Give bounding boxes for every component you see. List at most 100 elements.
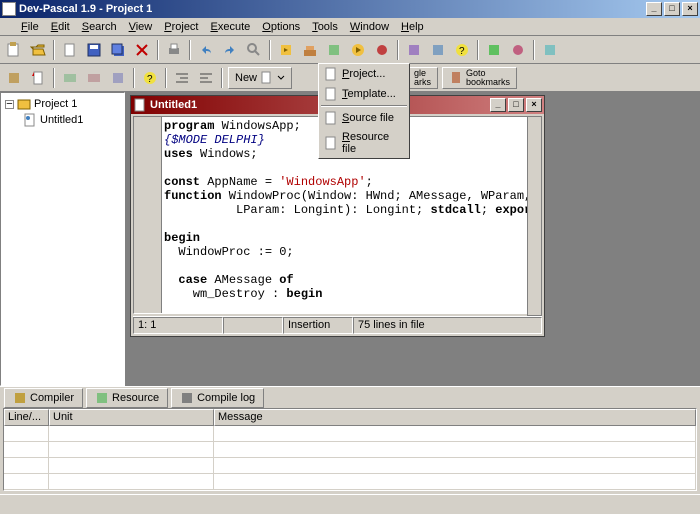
minus-icon: − <box>5 100 14 109</box>
svg-text:?: ? <box>147 74 153 85</box>
document-icon <box>260 71 274 85</box>
new-file-icon[interactable] <box>59 39 81 61</box>
insert3-icon[interactable] <box>59 67 81 89</box>
menu-project[interactable]: Project <box>158 19 204 35</box>
tab-icon <box>180 391 194 405</box>
rebuild-icon[interactable] <box>323 39 345 61</box>
grid-row[interactable] <box>4 458 696 474</box>
tab-compile-log[interactable]: Compile log <box>171 388 264 408</box>
tool1-icon[interactable] <box>403 39 425 61</box>
editor-icon <box>133 98 147 112</box>
col-unit[interactable]: Unit <box>49 409 214 426</box>
cursor-position: 1: 1 <box>133 317 223 334</box>
dropdown-icon <box>324 111 338 125</box>
menu-search[interactable]: Search <box>76 19 123 35</box>
outdent-icon[interactable] <box>195 67 217 89</box>
tab-label: Compile log <box>197 392 255 404</box>
bookmark-goto-icon <box>449 71 463 85</box>
dropdown-label: Source file <box>342 112 394 124</box>
tree-root[interactable]: − Project 1 <box>4 96 121 112</box>
main-titlebar: Dev-Pascal 1.9 - Project 1 _ □ × <box>0 0 700 18</box>
minimize-button[interactable]: _ <box>646 2 662 16</box>
help-icon[interactable]: ? <box>451 39 473 61</box>
line-count: 75 lines in file <box>353 317 542 334</box>
toggle-bookmarks-label: glearks <box>414 69 431 87</box>
editor-close-button[interactable]: × <box>526 98 542 112</box>
save-all-icon[interactable] <box>107 39 129 61</box>
insert-mode: Insertion <box>283 317 353 334</box>
project-icon <box>17 97 31 111</box>
tab-compiler[interactable]: Compiler <box>4 388 83 408</box>
menu-file[interactable]: File <box>15 19 45 35</box>
insert2-icon[interactable] <box>27 67 49 89</box>
dropdown-item-source-file[interactable]: Source file <box>319 108 409 128</box>
dropdown-icon <box>324 87 338 101</box>
dropdown-item-template-[interactable]: Template... <box>319 84 409 104</box>
print-icon[interactable] <box>163 39 185 61</box>
project-tree: − Project 1 Untitled1 <box>0 92 125 386</box>
status-blank <box>223 317 283 334</box>
bottom-tabs: Compiler Resource Compile log <box>0 386 700 408</box>
redo-icon[interactable] <box>219 39 241 61</box>
tool4-icon[interactable] <box>507 39 529 61</box>
menu-window[interactable]: Window <box>344 19 395 35</box>
compile-icon[interactable] <box>275 39 297 61</box>
save-icon[interactable] <box>83 39 105 61</box>
menu-execute[interactable]: Execute <box>205 19 257 35</box>
insert5-icon[interactable] <box>107 67 129 89</box>
run-icon[interactable] <box>347 39 369 61</box>
scrollbar-vertical[interactable] <box>527 116 542 316</box>
goto-bookmarks-button[interactable]: Goto bookmarks <box>442 67 517 89</box>
debug-icon[interactable] <box>371 39 393 61</box>
tool2-icon[interactable] <box>427 39 449 61</box>
maximize-button[interactable]: □ <box>664 2 680 16</box>
new-project-icon[interactable] <box>3 39 25 61</box>
tab-label: Compiler <box>30 392 74 404</box>
tab-label: Resource <box>112 392 159 404</box>
tab-icon <box>95 391 109 405</box>
tree-root-label: Project 1 <box>34 98 77 110</box>
tree-file-label: Untitled1 <box>40 114 83 126</box>
tool3-icon[interactable] <box>483 39 505 61</box>
insert4-icon[interactable] <box>83 67 105 89</box>
grid-row[interactable] <box>4 442 696 458</box>
app-icon <box>2 2 16 16</box>
col-line[interactable]: Line/... <box>4 409 49 426</box>
menu-edit[interactable]: Edit <box>45 19 76 35</box>
menu-help[interactable]: Help <box>395 19 430 35</box>
open-icon[interactable] <box>27 39 49 61</box>
menu-options[interactable]: Options <box>256 19 306 35</box>
insert1-icon[interactable] <box>3 67 25 89</box>
editor-title-label: Untitled1 <box>150 99 197 111</box>
menu-view[interactable]: View <box>123 19 159 35</box>
chevron-down-icon <box>277 74 285 82</box>
editor-minimize-button[interactable]: _ <box>490 98 506 112</box>
dropdown-label: Template... <box>342 88 396 100</box>
grid-row[interactable] <box>4 474 696 490</box>
file-icon <box>23 113 37 127</box>
context-help-icon[interactable]: ? <box>139 67 161 89</box>
tree-file[interactable]: Untitled1 <box>22 112 121 128</box>
new-dropdown-menu: Project... Template... Source file Resource… <box>318 63 410 159</box>
undo-icon[interactable] <box>195 39 217 61</box>
dropdown-label: Resource file <box>342 131 404 155</box>
new-dropdown-button[interactable]: New <box>228 67 292 89</box>
col-message[interactable]: Message <box>214 409 696 426</box>
tab-resource[interactable]: Resource <box>86 388 168 408</box>
menu-tools[interactable]: Tools <box>306 19 344 35</box>
editor-maximize-button[interactable]: □ <box>508 98 524 112</box>
find-icon[interactable] <box>243 39 265 61</box>
gutter <box>134 117 162 313</box>
tool5-icon[interactable] <box>539 39 561 61</box>
close-button[interactable]: × <box>682 2 698 16</box>
dropdown-item-project-[interactable]: Project... <box>319 64 409 84</box>
close-file-icon[interactable] <box>131 39 153 61</box>
indent-icon[interactable] <box>171 67 193 89</box>
dropdown-label: Project... <box>342 68 385 80</box>
grid-row[interactable] <box>4 426 696 442</box>
dropdown-icon <box>324 136 338 150</box>
new-button-label: New <box>235 72 257 84</box>
main-statusbar <box>0 494 700 514</box>
build-icon[interactable] <box>299 39 321 61</box>
dropdown-item-resource-file[interactable]: Resource file <box>319 128 409 158</box>
